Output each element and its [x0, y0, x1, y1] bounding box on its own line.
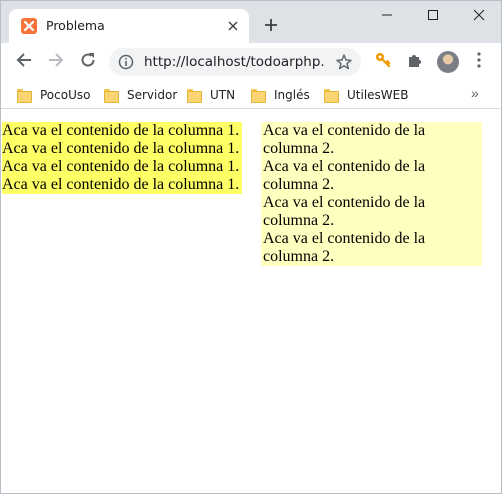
- info-icon[interactable]: [118, 54, 134, 70]
- column-1: Aca va el contenido de la columna 1. Aca…: [2, 122, 242, 194]
- column-2-text: Aca va el contenido de la columna 2.: [263, 194, 426, 229]
- column-1-text: Aca va el contenido de la columna 1.: [2, 158, 240, 175]
- key-icon: [374, 51, 392, 74]
- bookmark-label: UtilesWEB: [347, 88, 409, 102]
- maximize-icon: [427, 8, 439, 26]
- column-2-text: Aca va el contenido de la columna 2.: [263, 230, 426, 265]
- maximize-button[interactable]: [421, 7, 445, 27]
- folder-icon: [17, 89, 32, 103]
- menu-button[interactable]: [469, 51, 489, 73]
- more-vert-icon: [477, 51, 481, 73]
- star-icon[interactable]: [335, 53, 353, 71]
- address-bar[interactable]: http://localhost/todoarphp...: [109, 48, 361, 76]
- column-2: Aca va el contenido de la columna 2. Aca…: [261, 122, 482, 266]
- tab-title: Problema: [46, 18, 105, 33]
- tab-problema[interactable]: Problema: [9, 9, 249, 43]
- xampp-icon: [21, 18, 37, 34]
- column-2-text: Aca va el contenido de la columna 2.: [263, 122, 426, 157]
- column-2-text: Aca va el contenido de la columna 2.: [263, 158, 426, 193]
- bookmarks-bar: PocoUso Servidor UTN Inglés UtilesWEB »: [1, 81, 501, 109]
- tab-strip: Problema: [1, 1, 501, 43]
- bookmark-pocouso[interactable]: PocoUso: [17, 87, 90, 103]
- bookmark-label: Inglés: [274, 88, 310, 102]
- reload-icon: [80, 52, 96, 73]
- page-content: Aca va el contenido de la columna 1. Aca…: [2, 110, 501, 493]
- bookmark-ingles[interactable]: Inglés: [251, 87, 310, 103]
- folder-icon: [104, 89, 119, 103]
- close-icon[interactable]: [225, 18, 241, 34]
- column-1-text: Aca va el contenido de la columna 1.: [2, 122, 240, 139]
- puzzle-icon: [406, 51, 424, 74]
- arrow-right-icon: [48, 52, 64, 73]
- key-extension-button[interactable]: [373, 52, 393, 72]
- close-icon: [473, 8, 485, 26]
- bookmark-label: PocoUso: [40, 88, 91, 102]
- extensions-button[interactable]: [405, 52, 425, 72]
- arrow-left-icon: [16, 52, 32, 73]
- folder-icon: [187, 89, 202, 103]
- forward-button[interactable]: [45, 51, 67, 73]
- back-button[interactable]: [13, 51, 35, 73]
- toolbar: http://localhost/todoarphp...: [1, 43, 501, 81]
- avatar[interactable]: [437, 51, 459, 73]
- bookmark-label: UTN: [210, 88, 236, 102]
- bookmarks-more-icon[interactable]: »: [471, 85, 479, 101]
- bookmark-servidor[interactable]: Servidor: [104, 87, 177, 103]
- url-text[interactable]: http://localhost/todoarphp...: [144, 54, 324, 70]
- folder-icon: [251, 89, 266, 103]
- bookmark-utilesweb[interactable]: UtilesWEB: [324, 87, 408, 103]
- folder-icon: [324, 89, 339, 103]
- close-window-button[interactable]: [467, 7, 491, 27]
- new-tab-button[interactable]: [261, 15, 281, 35]
- minimize-icon: [381, 8, 393, 26]
- column-1-text: Aca va el contenido de la columna 1.: [2, 140, 240, 157]
- browser-window: Problema http://localhost/todoarphp... P…: [0, 0, 502, 494]
- bookmark-label: Servidor: [127, 88, 178, 102]
- reload-button[interactable]: [77, 51, 99, 73]
- minimize-button[interactable]: [375, 7, 399, 27]
- bookmark-utn[interactable]: UTN: [187, 87, 235, 103]
- column-1-text: Aca va el contenido de la columna 1.: [2, 176, 240, 193]
